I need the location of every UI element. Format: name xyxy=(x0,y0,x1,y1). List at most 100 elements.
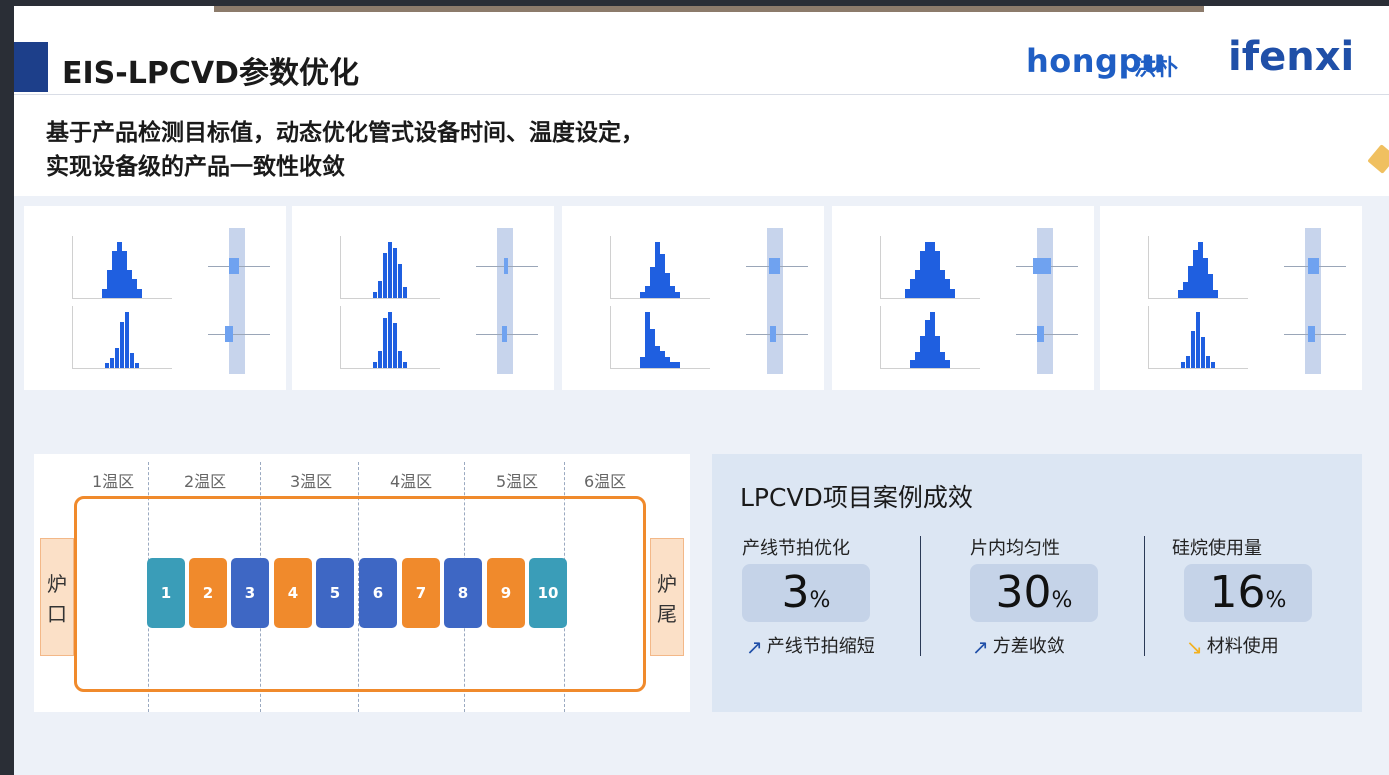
box-whisker xyxy=(208,334,270,335)
metric-label: 硅烷使用量 xyxy=(1172,538,1262,559)
down-right-arrow-icon: ↘ xyxy=(1186,635,1203,659)
ifenxi-logo: ifenxi xyxy=(1228,34,1355,80)
histogram-bar xyxy=(132,279,137,298)
histogram-bar xyxy=(910,360,915,368)
wafer-slot: 1 xyxy=(147,558,185,628)
metric-note-text: 方差收敛 xyxy=(992,636,1065,657)
x-axis xyxy=(880,298,980,299)
wafer-slot: 3 xyxy=(231,558,269,628)
histogram-bar xyxy=(920,251,925,298)
box-body xyxy=(1036,326,1044,342)
wafer-slot: 8 xyxy=(444,558,482,628)
y-axis xyxy=(1148,236,1149,298)
x-axis xyxy=(1148,298,1248,299)
boxplot-bottom xyxy=(742,314,812,354)
subtitle-line-2: 实现设备级的产品一致性收敛 xyxy=(46,154,345,180)
histogram-bar xyxy=(640,356,645,368)
boxplot-top xyxy=(472,246,542,286)
histogram-bar xyxy=(397,264,402,298)
metric-unit: % xyxy=(1265,588,1287,613)
histogram-bar xyxy=(382,317,387,368)
up-right-arrow-icon: ↗ xyxy=(972,635,989,659)
histogram-bar xyxy=(660,351,665,368)
histogram-bar xyxy=(1195,312,1200,368)
furnace-diagram: 1温区 2温区 3温区 4温区 5温区 6温区 炉口 炉尾 1 2 3 4 5 6 7 8 9 10 xyxy=(34,454,690,712)
histogram-bar xyxy=(905,288,910,298)
histogram-bar xyxy=(114,347,119,368)
furnace-tail-label: 炉尾 xyxy=(657,572,677,626)
metric-value: 16 xyxy=(1209,567,1266,618)
metric-note: ↘ 材料使用 xyxy=(1186,632,1279,659)
histogram-bar xyxy=(940,270,945,298)
histogram-bar xyxy=(650,266,655,298)
metric-unit: % xyxy=(1051,588,1073,613)
title-divider xyxy=(14,94,1389,95)
histogram-top xyxy=(1148,236,1248,299)
histogram-bar xyxy=(1193,250,1198,298)
histogram-bar xyxy=(122,251,127,298)
histogram-bar xyxy=(660,254,665,298)
histogram-bar xyxy=(107,270,112,298)
metric-note-text: 产线节拍缩短 xyxy=(766,636,875,657)
histogram-bar xyxy=(117,242,122,298)
histogram-bar xyxy=(372,292,377,298)
zone-label: 2温区 xyxy=(184,472,227,491)
x-axis xyxy=(610,368,710,369)
histogram-bar xyxy=(675,362,680,368)
histogram-bar xyxy=(925,320,930,368)
histogram-bar xyxy=(129,352,134,368)
metric-note-text: 材料使用 xyxy=(1206,636,1279,657)
histogram-bar xyxy=(935,251,940,298)
y-axis xyxy=(1148,306,1149,368)
furnace-inlet: 炉口 xyxy=(40,538,74,656)
boxplot-bottom xyxy=(1280,314,1350,354)
histogram-bar xyxy=(1180,361,1185,368)
wafer-slot: 7 xyxy=(402,558,440,628)
histogram-bar xyxy=(950,288,955,298)
box-body xyxy=(768,258,781,274)
histogram-bar xyxy=(655,345,660,368)
box-body xyxy=(1308,326,1315,342)
histogram-bar xyxy=(925,242,930,298)
wafer-slot: 5 xyxy=(316,558,354,628)
up-right-arrow-icon: ↗ xyxy=(746,635,763,659)
histogram-bar xyxy=(382,253,387,298)
histogram-bar xyxy=(392,323,397,368)
box-body xyxy=(502,326,507,342)
histogram-bar xyxy=(1185,355,1190,368)
pencil-icon[interactable] xyxy=(1367,144,1389,174)
histogram-bar xyxy=(915,270,920,298)
histogram-bar xyxy=(910,279,915,298)
histogram-bar xyxy=(392,247,397,298)
histogram-bar xyxy=(645,285,650,298)
box-whisker xyxy=(1016,334,1078,335)
histogram-bottom xyxy=(72,306,172,369)
histogram-bar xyxy=(377,281,382,298)
histogram-bar xyxy=(640,291,645,298)
zone-label: 5温区 xyxy=(496,472,539,491)
x-axis xyxy=(1148,368,1248,369)
histogram-bar xyxy=(124,312,129,368)
histogram-bar xyxy=(1213,290,1218,298)
box-whisker xyxy=(746,334,808,335)
histogram-bar xyxy=(930,312,935,368)
wafer-slot: 2 xyxy=(189,558,227,628)
boxplot-top xyxy=(1012,246,1082,286)
box-body xyxy=(225,326,234,342)
results-panel: LPCVD项目案例成效 产线节拍优化 3% ↗ 产线节拍缩短 片内均匀性 30% ↗ 方差收敛… xyxy=(712,454,1362,712)
metric-value-box: 16% xyxy=(1184,564,1312,622)
y-axis xyxy=(72,306,73,368)
boxplot-top xyxy=(1280,246,1350,286)
histogram-bar xyxy=(1178,290,1183,298)
distribution-chart-4 xyxy=(832,206,1094,390)
metric-separator xyxy=(920,536,921,656)
distribution-chart-1 xyxy=(24,206,286,390)
wafer-slot: 4 xyxy=(274,558,312,628)
distribution-chart-2 xyxy=(292,206,554,390)
histogram-bar xyxy=(675,291,680,298)
box-body xyxy=(1308,258,1319,274)
histogram-bar xyxy=(387,242,392,298)
subtitle: 基于产品检测目标值，动态优化管式设备时间、温度设定， 实现设备级的产品一致性收敛 xyxy=(46,116,644,184)
histogram-bar xyxy=(119,322,124,368)
furnace-inlet-label: 炉口 xyxy=(47,572,67,626)
